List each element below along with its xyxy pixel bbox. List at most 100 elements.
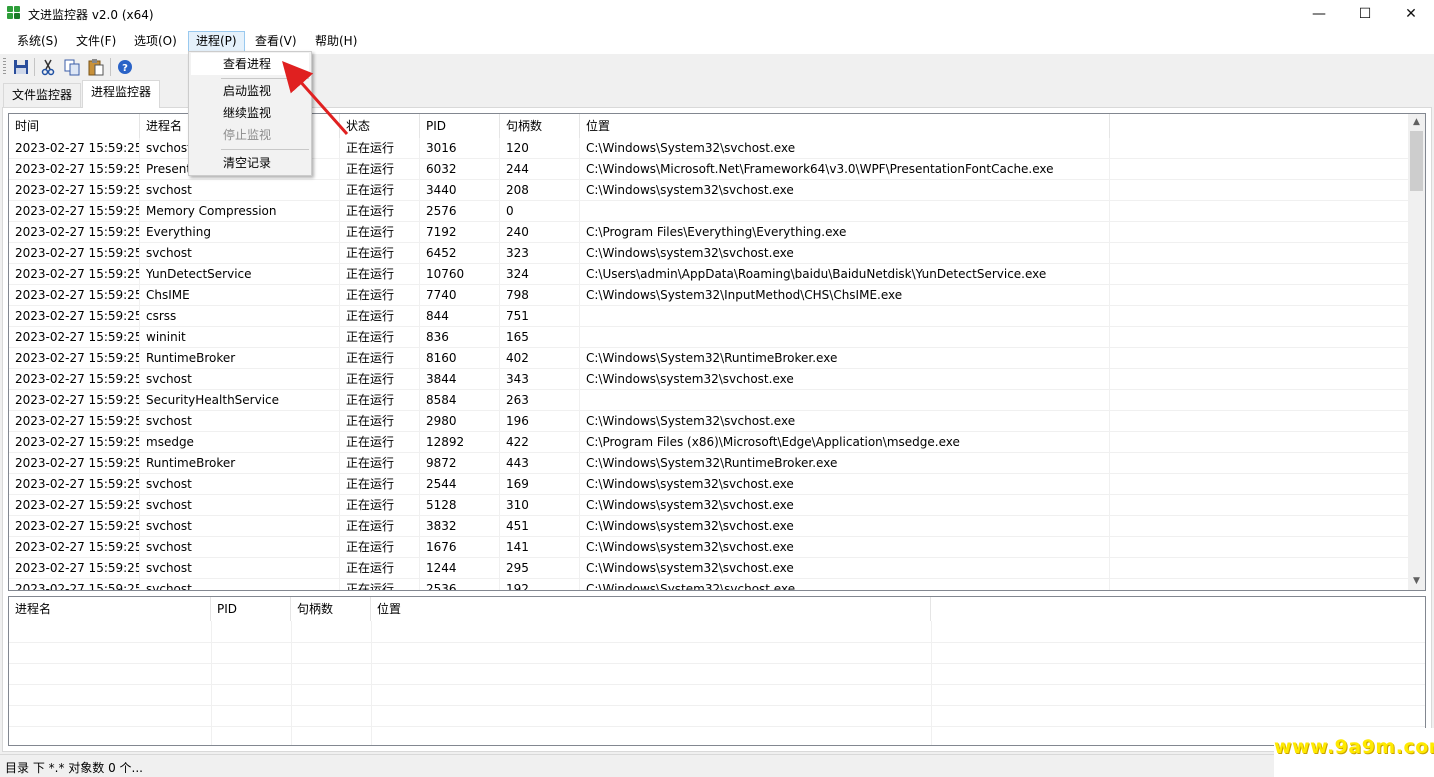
table-row[interactable]: 2023-02-27 15:59:25 svchost 正在运行 3832 451 C:\… xyxy=(9,516,1409,537)
column-header-handles[interactable]: 句柄数 xyxy=(291,597,371,621)
table-row[interactable]: 2023-02-27 15:59:25 RuntimeBroker 正在运行 8160… xyxy=(9,348,1409,369)
cut-icon[interactable] xyxy=(38,57,58,77)
table-row[interactable]: 2023-02-27 15:59:25 msedge 正在运行 12892 422 C:\… xyxy=(9,432,1409,453)
cell-status: 正在运行 xyxy=(340,537,420,558)
cell-time: 2023-02-27 15:59:25 xyxy=(9,264,140,285)
cell-time: 2023-02-27 15:59:25 xyxy=(9,369,140,390)
table-row[interactable]: 2023-02-27 15:59:25 YunDetectService 正在运行 1… xyxy=(9,264,1409,285)
cell-handles: 751 xyxy=(500,306,580,327)
table-row[interactable]: 2023-02-27 15:59:25 wininit 正在运行 836 165 xyxy=(9,327,1409,348)
cell-time: 2023-02-27 15:59:25 xyxy=(9,432,140,453)
column-header-location[interactable]: 位置 xyxy=(371,597,931,621)
table-row[interactable]: 2023-02-27 15:59:25 csrss 正在运行 844 751 xyxy=(9,306,1409,327)
cell-handles: 422 xyxy=(500,432,580,453)
column-header-location[interactable]: 位置 xyxy=(580,114,1110,138)
cell-time: 2023-02-27 15:59:25 xyxy=(9,285,140,306)
cell-process-name: wininit xyxy=(140,327,340,348)
table-row[interactable]: 2023-02-27 15:59:25 svchost 正在运行 2544 169 C:\… xyxy=(9,474,1409,495)
cell-status: 正在运行 xyxy=(340,138,420,159)
table-row[interactable]: 2023-02-27 15:59:25 svchost 正在运行 2980 196 C:\… xyxy=(9,411,1409,432)
cell-status: 正在运行 xyxy=(340,390,420,411)
column-header-handles[interactable]: 句柄数 xyxy=(500,114,580,138)
status-bar: 目录 下 *.* 对象数 0 个... xyxy=(0,754,1434,777)
menu-item-stop-monitor[interactable]: 停止监视 xyxy=(191,124,309,146)
cell-time: 2023-02-27 15:59:25 xyxy=(9,411,140,432)
menu-process[interactable]: 进程(P) xyxy=(188,31,245,53)
menu-item-start-monitor[interactable]: 启动监视 xyxy=(191,80,309,102)
cell-status: 正在运行 xyxy=(340,432,420,453)
cell-time: 2023-02-27 15:59:25 xyxy=(9,579,140,590)
toolbar-separator xyxy=(110,58,111,76)
column-header-status[interactable]: 状态 xyxy=(340,114,420,138)
cell-pid: 836 xyxy=(420,327,500,348)
menu-options[interactable]: 选项(O) xyxy=(127,31,184,53)
cell-location: C:\Windows\system32\svchost.exe xyxy=(580,243,1110,264)
cell-handles: 310 xyxy=(500,495,580,516)
scroll-up-icon[interactable]: ▲ xyxy=(1408,114,1425,131)
cell-pid: 2536 xyxy=(420,579,500,590)
cell-handles: 169 xyxy=(500,474,580,495)
minimize-button[interactable]: — xyxy=(1296,0,1342,28)
tab-process-monitor[interactable]: 进程监控器 xyxy=(82,80,161,108)
scroll-down-icon[interactable]: ▼ xyxy=(1408,573,1425,590)
cell-pid: 8584 xyxy=(420,390,500,411)
cell-status: 正在运行 xyxy=(340,474,420,495)
detail-list-grid xyxy=(9,621,1425,745)
close-button[interactable]: ✕ xyxy=(1388,0,1434,28)
cell-handles: 323 xyxy=(500,243,580,264)
cell-location: C:\Windows\Microsoft.Net\Framework64\v3.… xyxy=(580,159,1110,180)
vertical-scrollbar[interactable]: ▲ ▼ xyxy=(1408,114,1425,590)
cell-handles: 196 xyxy=(500,411,580,432)
menu-item-view-process[interactable]: 查看进程 xyxy=(191,53,309,75)
table-row[interactable]: 2023-02-27 15:59:25 svchost 正在运行 1676 141 C:\… xyxy=(9,537,1409,558)
cell-process-name: RuntimeBroker xyxy=(140,453,340,474)
menu-item-resume-monitor[interactable]: 继续监视 xyxy=(191,102,309,124)
help-icon[interactable]: ? xyxy=(115,57,135,77)
maximize-button[interactable]: ☐ xyxy=(1342,0,1388,28)
column-header-pid[interactable]: PID xyxy=(211,597,291,621)
cell-process-name: svchost xyxy=(140,180,340,201)
table-row[interactable]: 2023-02-27 15:59:25 svchost 正在运行 1244 295 C:\… xyxy=(9,558,1409,579)
cell-handles: 451 xyxy=(500,516,580,537)
paste-icon[interactable] xyxy=(86,57,106,77)
menu-help[interactable]: 帮助(H) xyxy=(308,31,364,53)
menu-item-clear-log[interactable]: 清空记录 xyxy=(191,152,309,174)
cell-location: C:\Windows\System32\svchost.exe xyxy=(580,411,1110,432)
svg-text:?: ? xyxy=(122,63,128,74)
cell-status: 正在运行 xyxy=(340,327,420,348)
table-row[interactable]: 2023-02-27 15:59:25 svchost 正在运行 5128 310 C:\… xyxy=(9,495,1409,516)
cell-status: 正在运行 xyxy=(340,579,420,590)
status-text: 目录 下 *.* 对象数 0 个... xyxy=(5,761,143,775)
column-header-time[interactable]: 时间 xyxy=(9,114,140,138)
cell-time: 2023-02-27 15:59:25 xyxy=(9,348,140,369)
column-header-pid[interactable]: PID xyxy=(420,114,500,138)
detail-list[interactable]: 进程名 PID 句柄数 位置 xyxy=(8,596,1426,746)
copy-icon[interactable] xyxy=(62,57,82,77)
cell-status: 正在运行 xyxy=(340,285,420,306)
cell-location: C:\Windows\System32\svchost.exe xyxy=(580,138,1110,159)
menu-view[interactable]: 查看(V) xyxy=(248,31,304,53)
cell-status: 正在运行 xyxy=(340,243,420,264)
tab-file-monitor[interactable]: 文件监控器 xyxy=(3,83,82,107)
table-row[interactable]: 2023-02-27 15:59:25 Everything 正在运行 7192 240… xyxy=(9,222,1409,243)
menu-file[interactable]: 文件(F) xyxy=(69,31,123,53)
table-row[interactable]: 2023-02-27 15:59:25 RuntimeBroker 正在运行 9872… xyxy=(9,453,1409,474)
toolbar-grip[interactable] xyxy=(3,58,6,76)
table-row[interactable]: 2023-02-27 15:59:25 svchost 正在运行 6452 323 C:\… xyxy=(9,243,1409,264)
table-row[interactable]: 2023-02-27 15:59:25 SecurityHealthService… xyxy=(9,390,1409,411)
cell-handles: 165 xyxy=(500,327,580,348)
table-row[interactable]: 2023-02-27 15:59:25 svchost 正在运行 2536 192 C:\… xyxy=(9,579,1409,590)
table-row[interactable]: 2023-02-27 15:59:25 ChsIME 正在运行 7740 798 C:\W… xyxy=(9,285,1409,306)
process-list[interactable]: 时间 进程名 状态 PID 句柄数 位置 2023-02-27 15:59:25… xyxy=(8,113,1426,591)
table-row[interactable]: 2023-02-27 15:59:25 Memory Compression 正在运… xyxy=(9,201,1409,222)
save-icon[interactable] xyxy=(11,57,31,77)
table-row[interactable]: 2023-02-27 15:59:25 svchost 正在运行 3440 208 C:\… xyxy=(9,180,1409,201)
cell-pid: 1244 xyxy=(420,558,500,579)
menu-system[interactable]: 系统(S) xyxy=(10,31,65,53)
column-header-name[interactable]: 进程名 xyxy=(9,597,211,621)
cell-pid: 6032 xyxy=(420,159,500,180)
scrollbar-thumb[interactable] xyxy=(1410,131,1423,191)
table-row[interactable]: 2023-02-27 15:59:25 svchost 正在运行 3844 343 C:\… xyxy=(9,369,1409,390)
cell-pid: 844 xyxy=(420,306,500,327)
cell-pid: 3016 xyxy=(420,138,500,159)
